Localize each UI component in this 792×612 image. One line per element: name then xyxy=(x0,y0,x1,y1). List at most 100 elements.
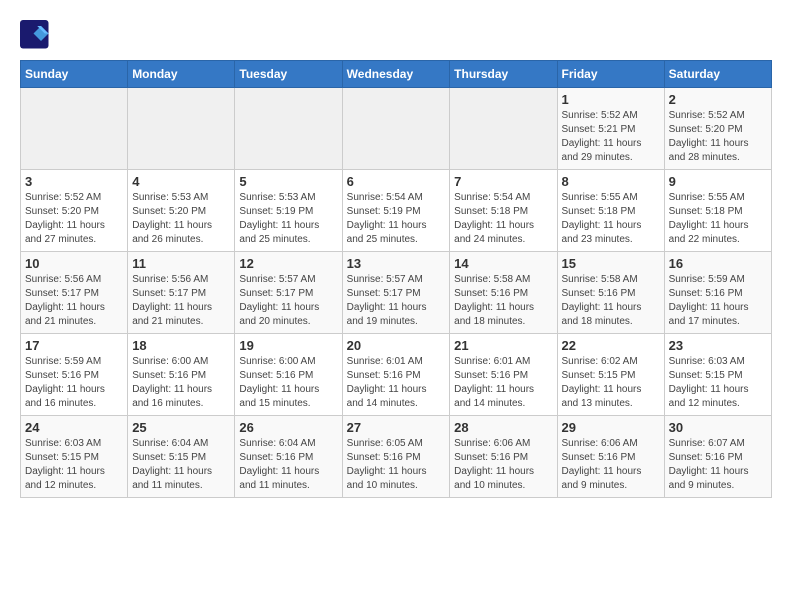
day-number: 17 xyxy=(25,338,123,353)
day-info: Sunrise: 5:55 AM Sunset: 5:18 PM Dayligh… xyxy=(562,191,660,247)
day-cell: 20 Sunrise: 6:01 AM Sunset: 5:16 PM Dayli… xyxy=(342,334,450,416)
day-info: Sunrise: 6:02 AM Sunset: 5:15 PM Dayligh… xyxy=(562,355,660,411)
day-cell: 3 Sunrise: 5:52 AM Sunset: 5:20 PM Daylig… xyxy=(21,170,128,252)
page-header xyxy=(20,20,772,50)
day-info: Sunrise: 5:54 AM Sunset: 5:18 PM Dayligh… xyxy=(454,191,552,247)
logo-icon xyxy=(20,20,50,50)
day-cell: 1 Sunrise: 5:52 AM Sunset: 5:21 PM Daylig… xyxy=(557,88,664,170)
logo xyxy=(20,20,54,50)
day-cell xyxy=(235,88,342,170)
day-number: 27 xyxy=(347,420,446,435)
column-header-monday: Monday xyxy=(128,61,235,88)
day-cell: 21 Sunrise: 6:01 AM Sunset: 5:16 PM Dayli… xyxy=(450,334,557,416)
day-info: Sunrise: 5:53 AM Sunset: 5:20 PM Dayligh… xyxy=(132,191,230,247)
day-info: Sunrise: 6:03 AM Sunset: 5:15 PM Dayligh… xyxy=(25,437,123,493)
day-cell: 27 Sunrise: 6:05 AM Sunset: 5:16 PM Dayli… xyxy=(342,416,450,498)
day-number: 29 xyxy=(562,420,660,435)
day-number: 24 xyxy=(25,420,123,435)
day-cell: 19 Sunrise: 6:00 AM Sunset: 5:16 PM Dayli… xyxy=(235,334,342,416)
day-number: 19 xyxy=(239,338,337,353)
day-number: 28 xyxy=(454,420,552,435)
day-cell: 5 Sunrise: 5:53 AM Sunset: 5:19 PM Daylig… xyxy=(235,170,342,252)
day-number: 2 xyxy=(669,92,767,107)
day-number: 23 xyxy=(669,338,767,353)
day-number: 3 xyxy=(25,174,123,189)
day-info: Sunrise: 5:55 AM Sunset: 5:18 PM Dayligh… xyxy=(669,191,767,247)
day-cell: 23 Sunrise: 6:03 AM Sunset: 5:15 PM Dayli… xyxy=(664,334,771,416)
day-info: Sunrise: 5:52 AM Sunset: 5:20 PM Dayligh… xyxy=(669,109,767,165)
week-row-4: 17Sunrise: 5:59 AM Sunset: 5:16 PM Dayli… xyxy=(21,334,772,416)
day-info: Sunrise: 6:03 AM Sunset: 5:15 PM Dayligh… xyxy=(669,355,767,411)
column-header-sunday: Sunday xyxy=(21,61,128,88)
calendar-header: SundayMondayTuesdayWednesdayThursdayFrid… xyxy=(21,61,772,88)
day-cell: 28 Sunrise: 6:06 AM Sunset: 5:16 PM Dayli… xyxy=(450,416,557,498)
day-number: 14 xyxy=(454,256,552,271)
day-number: 22 xyxy=(562,338,660,353)
day-info: Sunrise: 5:53 AM Sunset: 5:19 PM Dayligh… xyxy=(239,191,337,247)
day-cell: 4 Sunrise: 5:53 AM Sunset: 5:20 PM Daylig… xyxy=(128,170,235,252)
day-info: Sunrise: 5:59 AM Sunset: 5:16 PM Dayligh… xyxy=(669,273,767,329)
day-number: 7 xyxy=(454,174,552,189)
column-header-tuesday: Tuesday xyxy=(235,61,342,88)
day-info: Sunrise: 6:06 AM Sunset: 5:16 PM Dayligh… xyxy=(454,437,552,493)
calendar-body: 1 Sunrise: 5:52 AM Sunset: 5:21 PM Daylig… xyxy=(21,88,772,498)
day-cell: 9 Sunrise: 5:55 AM Sunset: 5:18 PM Daylig… xyxy=(664,170,771,252)
column-header-thursday: Thursday xyxy=(450,61,557,88)
day-info: Sunrise: 6:05 AM Sunset: 5:16 PM Dayligh… xyxy=(347,437,446,493)
day-info: Sunrise: 5:52 AM Sunset: 5:21 PM Dayligh… xyxy=(562,109,660,165)
day-info: Sunrise: 5:54 AM Sunset: 5:19 PM Dayligh… xyxy=(347,191,446,247)
day-cell: 22 Sunrise: 6:02 AM Sunset: 5:15 PM Dayli… xyxy=(557,334,664,416)
day-cell: 8 Sunrise: 5:55 AM Sunset: 5:18 PM Daylig… xyxy=(557,170,664,252)
week-row-3: 10 Sunrise: 5:56 AM Sunset: 5:17 PM Dayli… xyxy=(21,252,772,334)
day-cell: 16Sunrise: 5:59 AM Sunset: 5:16 PM Dayli… xyxy=(664,252,771,334)
day-info: Sunrise: 6:00 AM Sunset: 5:16 PM Dayligh… xyxy=(239,355,337,411)
day-info: Sunrise: 5:58 AM Sunset: 5:16 PM Dayligh… xyxy=(562,273,660,329)
day-number: 11 xyxy=(132,256,230,271)
day-number: 9 xyxy=(669,174,767,189)
day-cell: 29 Sunrise: 6:06 AM Sunset: 5:16 PM Dayli… xyxy=(557,416,664,498)
day-number: 8 xyxy=(562,174,660,189)
day-number: 20 xyxy=(347,338,446,353)
day-number: 12 xyxy=(239,256,337,271)
day-cell xyxy=(21,88,128,170)
day-cell: 24 Sunrise: 6:03 AM Sunset: 5:15 PM Dayli… xyxy=(21,416,128,498)
day-number: 21 xyxy=(454,338,552,353)
day-info: Sunrise: 6:07 AM Sunset: 5:16 PM Dayligh… xyxy=(669,437,767,493)
day-cell xyxy=(342,88,450,170)
day-number: 18 xyxy=(132,338,230,353)
day-number: 26 xyxy=(239,420,337,435)
day-info: Sunrise: 6:01 AM Sunset: 5:16 PM Dayligh… xyxy=(347,355,446,411)
day-cell: 2 Sunrise: 5:52 AM Sunset: 5:20 PM Daylig… xyxy=(664,88,771,170)
day-number: 13 xyxy=(347,256,446,271)
day-info: Sunrise: 5:56 AM Sunset: 5:17 PM Dayligh… xyxy=(25,273,123,329)
day-info: Sunrise: 6:04 AM Sunset: 5:16 PM Dayligh… xyxy=(239,437,337,493)
day-number: 1 xyxy=(562,92,660,107)
day-cell: 11 Sunrise: 5:56 AM Sunset: 5:17 PM Dayli… xyxy=(128,252,235,334)
day-cell: 6Sunrise: 5:54 AM Sunset: 5:19 PM Daylig… xyxy=(342,170,450,252)
day-cell: 25Sunrise: 6:04 AM Sunset: 5:15 PM Dayli… xyxy=(128,416,235,498)
day-number: 4 xyxy=(132,174,230,189)
day-cell: 10 Sunrise: 5:56 AM Sunset: 5:17 PM Dayli… xyxy=(21,252,128,334)
day-cell: 7 Sunrise: 5:54 AM Sunset: 5:18 PM Daylig… xyxy=(450,170,557,252)
column-header-wednesday: Wednesday xyxy=(342,61,450,88)
day-number: 10 xyxy=(25,256,123,271)
calendar-table: SundayMondayTuesdayWednesdayThursdayFrid… xyxy=(20,60,772,498)
week-row-2: 3 Sunrise: 5:52 AM Sunset: 5:20 PM Daylig… xyxy=(21,170,772,252)
day-cell: 17Sunrise: 5:59 AM Sunset: 5:16 PM Dayli… xyxy=(21,334,128,416)
day-info: Sunrise: 5:58 AM Sunset: 5:16 PM Dayligh… xyxy=(454,273,552,329)
day-info: Sunrise: 5:56 AM Sunset: 5:17 PM Dayligh… xyxy=(132,273,230,329)
week-row-1: 1 Sunrise: 5:52 AM Sunset: 5:21 PM Daylig… xyxy=(21,88,772,170)
day-cell: 30 Sunrise: 6:07 AM Sunset: 5:16 PM Dayli… xyxy=(664,416,771,498)
day-cell xyxy=(450,88,557,170)
day-info: Sunrise: 5:52 AM Sunset: 5:20 PM Dayligh… xyxy=(25,191,123,247)
day-cell: 15 Sunrise: 5:58 AM Sunset: 5:16 PM Dayli… xyxy=(557,252,664,334)
day-cell: 18Sunrise: 6:00 AM Sunset: 5:16 PM Dayli… xyxy=(128,334,235,416)
day-info: Sunrise: 6:06 AM Sunset: 5:16 PM Dayligh… xyxy=(562,437,660,493)
day-cell: 26 Sunrise: 6:04 AM Sunset: 5:16 PM Dayli… xyxy=(235,416,342,498)
day-number: 30 xyxy=(669,420,767,435)
week-row-5: 24 Sunrise: 6:03 AM Sunset: 5:15 PM Dayli… xyxy=(21,416,772,498)
day-info: Sunrise: 5:57 AM Sunset: 5:17 PM Dayligh… xyxy=(347,273,446,329)
day-info: Sunrise: 6:01 AM Sunset: 5:16 PM Dayligh… xyxy=(454,355,552,411)
day-number: 15 xyxy=(562,256,660,271)
day-number: 5 xyxy=(239,174,337,189)
